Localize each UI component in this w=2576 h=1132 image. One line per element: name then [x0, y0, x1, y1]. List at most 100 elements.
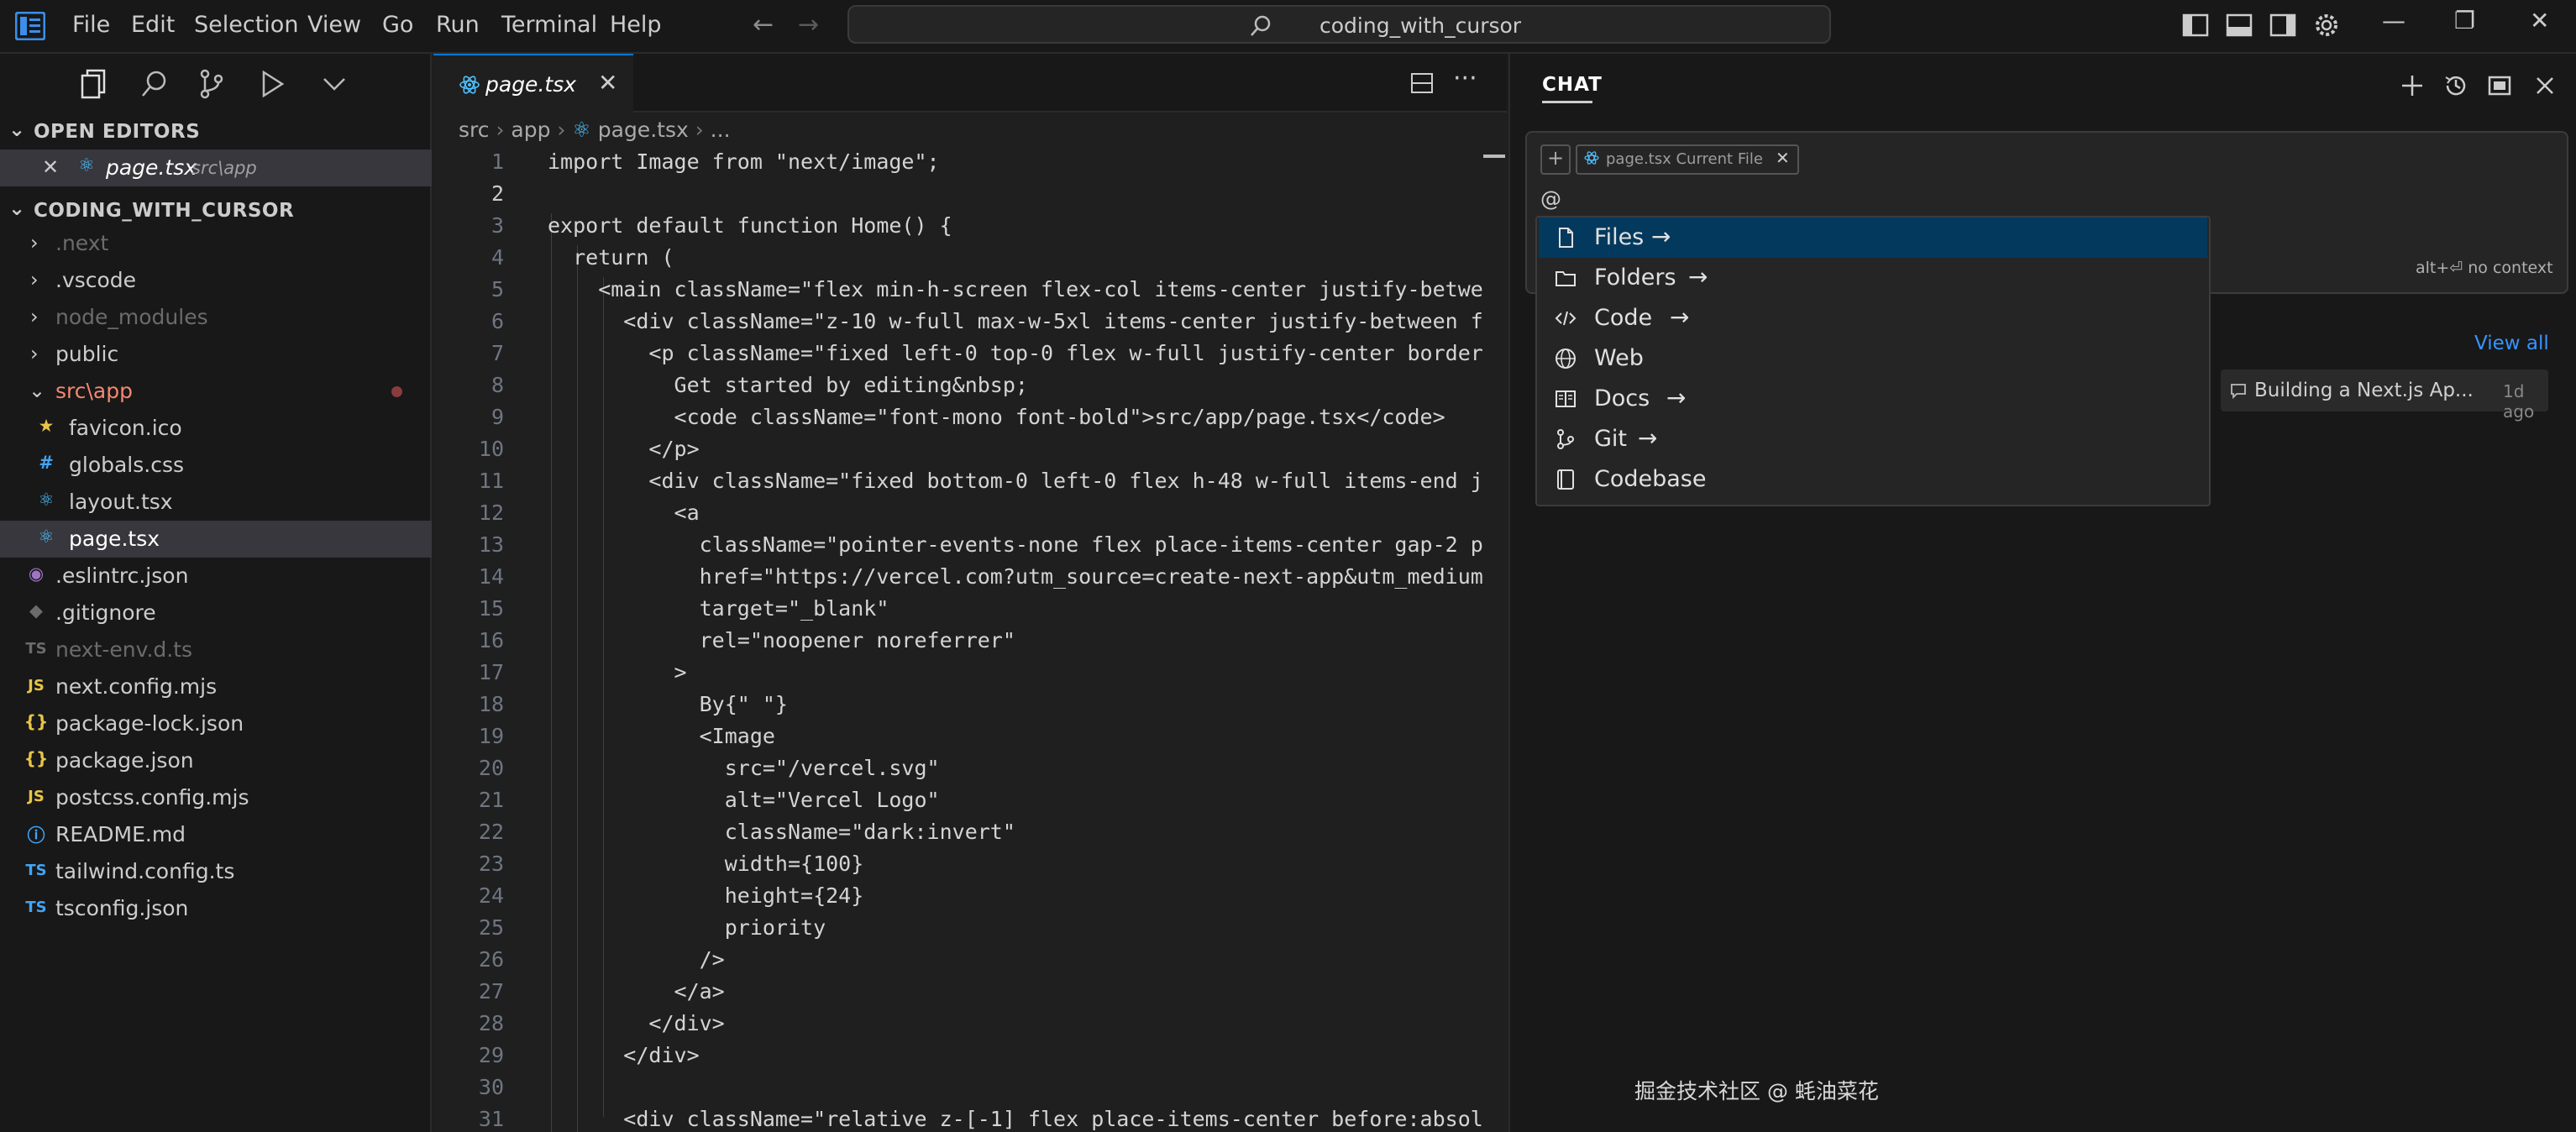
source-control-icon[interactable]: [193, 66, 230, 102]
mention-item-codebase[interactable]: Codebase: [1539, 459, 2207, 500]
tree-item-next[interactable]: › .next: [0, 225, 432, 262]
tree-item-package-lock[interactable]: {} package-lock.json: [0, 705, 432, 742]
close-tab-icon[interactable]: ✕: [598, 69, 617, 97]
minimize-icon[interactable]: —: [2382, 7, 2405, 34]
tree-item-readme[interactable]: ⓘ README.md: [0, 816, 432, 853]
chevron-down-icon: ⌄: [29, 379, 46, 402]
remove-context-icon[interactable]: ✕: [1776, 148, 1790, 168]
modified-dot: [391, 386, 402, 397]
mention-item-git[interactable]: Git →: [1539, 419, 2207, 459]
tree-item-globals-css[interactable]: # globals.css: [0, 447, 432, 484]
breadcrumb-app[interactable]: app: [511, 118, 550, 142]
add-context-button[interactable]: +: [1540, 144, 1571, 175]
menu-view[interactable]: View: [307, 12, 361, 38]
chat-panel: CHAT + page.tsx Current File ✕ @ alt+⏎ n…: [1508, 54, 2576, 1132]
mention-item-code[interactable]: Code →: [1539, 298, 2207, 338]
tree-item-next-env[interactable]: TS next-env.d.ts: [0, 632, 432, 668]
menu-help[interactable]: Help: [610, 12, 662, 38]
tree-item-node-modules[interactable]: › node_modules: [0, 299, 432, 336]
mention-item-folders[interactable]: Folders →: [1539, 258, 2207, 298]
project-header[interactable]: ⌄ CODING_WITH_CURSOR: [0, 195, 432, 228]
toggle-secondary-sidebar-icon[interactable]: [2266, 8, 2300, 42]
code-line: 28 </div>: [478, 1011, 725, 1035]
watermark: 掘金技术社区 @ 蚝油菜花: [1634, 1079, 1879, 1103]
tree-item-public[interactable]: › public: [0, 336, 432, 373]
maximize-panel-icon[interactable]: [2484, 71, 2515, 101]
code-line: 25 priority: [478, 915, 826, 940]
back-arrow-icon[interactable]: ←: [753, 10, 774, 39]
tree-item-tsconfig[interactable]: TS tsconfig.json: [0, 890, 432, 927]
code-line: 18 By{" "}: [478, 692, 788, 716]
js-file-icon: JS: [28, 677, 45, 694]
restore-icon[interactable]: ❐: [2454, 7, 2475, 34]
code-line: 30: [478, 1075, 504, 1099]
menu-terminal[interactable]: Terminal: [501, 12, 597, 38]
menu-go[interactable]: Go: [382, 12, 413, 38]
tree-item-favicon[interactable]: ★ favicon.ico: [0, 410, 432, 447]
chevron-right-icon: ›: [30, 268, 39, 291]
tree-item-vscode[interactable]: › .vscode: [0, 262, 432, 299]
code-line: 21 alt="Vercel Logo": [478, 788, 940, 812]
explorer-icon[interactable]: [76, 66, 113, 102]
mention-item-docs[interactable]: Docs →: [1539, 379, 2207, 419]
code-icon: [1555, 311, 1577, 326]
editor-tab-bar: page.tsx ✕ ···: [433, 54, 1507, 114]
tab-page-tsx[interactable]: page.tsx ✕: [433, 54, 633, 114]
close-editor-icon[interactable]: ✕: [42, 155, 59, 179]
mention-item-web[interactable]: Web: [1539, 338, 2207, 379]
chat-title[interactable]: CHAT: [1542, 74, 1603, 96]
arrow-right-icon: →: [1651, 223, 1671, 250]
toggle-panel-icon[interactable]: [2222, 8, 2256, 42]
open-editors-header[interactable]: ⌄ OPEN EDITORS: [0, 116, 432, 149]
settings-gear-icon[interactable]: [2310, 8, 2343, 42]
more-actions-icon[interactable]: ···: [1453, 64, 1477, 93]
arrow-right-icon: →: [1670, 303, 1690, 331]
chevron-down-icon: ⌄: [8, 118, 26, 141]
open-editor-item[interactable]: ✕ ⚛ page.tsx src\app: [0, 149, 432, 186]
new-chat-plus-icon[interactable]: [2397, 71, 2427, 101]
menu-edit[interactable]: Edit: [131, 12, 175, 38]
mention-dropdown: Files → Folders → Code → Web Docs → Git …: [1535, 216, 2211, 506]
code-line: 6 <div className="z-10 w-full max-w-5xl …: [491, 309, 1483, 333]
command-center[interactable]: coding_with_cursor: [847, 5, 1831, 44]
close-panel-icon[interactable]: [2530, 71, 2560, 101]
toggle-primary-sidebar-icon[interactable]: [2179, 8, 2212, 42]
close-window-icon[interactable]: ✕: [2530, 7, 2549, 34]
menu-run[interactable]: Run: [436, 12, 480, 38]
more-views-chevron-icon[interactable]: [316, 66, 353, 102]
breadcrumb-file[interactable]: page.tsx: [598, 118, 689, 142]
tree-item-layout-tsx[interactable]: ⚛ layout.tsx: [0, 484, 432, 521]
app-logo-icon: [15, 12, 45, 40]
tree-item-gitignore[interactable]: ◆ .gitignore: [0, 595, 432, 632]
no-context-hint: alt+⏎ no context: [2416, 259, 2553, 277]
mention-item-files[interactable]: Files →: [1539, 217, 2207, 258]
tree-item-next-config[interactable]: JS next.config.mjs: [0, 668, 432, 705]
history-item[interactable]: Building a Next.js Ap... 1d ago: [2221, 369, 2548, 422]
run-debug-icon[interactable]: [254, 66, 291, 102]
history-icon[interactable]: [2441, 71, 2471, 101]
tree-item-package-json[interactable]: {} package.json: [0, 742, 432, 779]
chat-input-text[interactable]: @: [1540, 186, 1561, 211]
split-editor-icon[interactable]: [1409, 71, 1435, 96]
context-chip-current-file[interactable]: page.tsx Current File ✕: [1576, 144, 1799, 175]
menu-selection[interactable]: Selection: [194, 12, 298, 38]
menu-file[interactable]: File: [72, 12, 110, 38]
view-all-link[interactable]: View all: [2474, 333, 2549, 354]
code-area[interactable]: 1 import Image from "next/image"; 2 3 expo…: [433, 149, 1507, 1132]
code-line: 23 width={100}: [478, 852, 864, 876]
code-line: 10 </p>: [478, 437, 700, 461]
tree-item-postcss-config[interactable]: JS postcss.config.mjs: [0, 779, 432, 816]
tree-item-src-app[interactable]: ⌄ src\app: [0, 373, 432, 410]
search-view-icon[interactable]: [136, 66, 173, 102]
breadcrumb-symbol[interactable]: ...: [711, 118, 731, 142]
forward-arrow-icon[interactable]: →: [798, 10, 819, 39]
tree-item-eslintrc[interactable]: ◉ .eslintrc.json: [0, 558, 432, 595]
code-line: 31 <div className="relative z-[-1] flex …: [478, 1107, 1483, 1131]
star-file-icon: ★: [38, 416, 55, 436]
file-icon: [1559, 228, 1573, 248]
git-file-icon: ◆: [29, 600, 44, 621]
json-file-icon: {}: [24, 711, 49, 731]
tree-item-tailwind-config[interactable]: TS tailwind.config.ts: [0, 853, 432, 890]
tree-item-page-tsx[interactable]: ⚛ page.tsx: [0, 521, 432, 558]
breadcrumb-src[interactable]: src: [459, 118, 490, 142]
